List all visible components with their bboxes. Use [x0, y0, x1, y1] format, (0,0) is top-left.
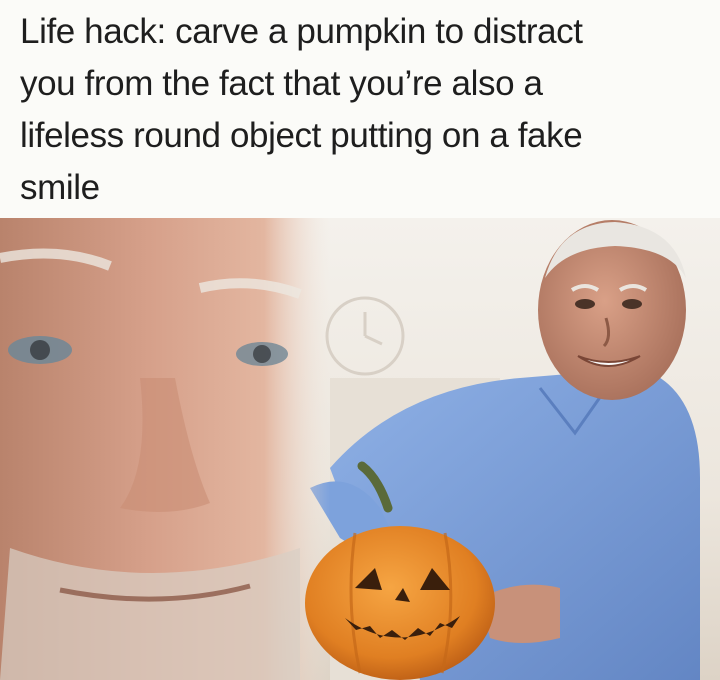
- meme-photo: [0, 218, 720, 680]
- photo-illustration: [0, 218, 720, 680]
- meme-caption: Life hack: carve a pumpkin to distract y…: [20, 12, 583, 207]
- jack-o-lantern-icon: [305, 526, 495, 680]
- meme-post: Life hack: carve a pumpkin to distract y…: [0, 0, 720, 680]
